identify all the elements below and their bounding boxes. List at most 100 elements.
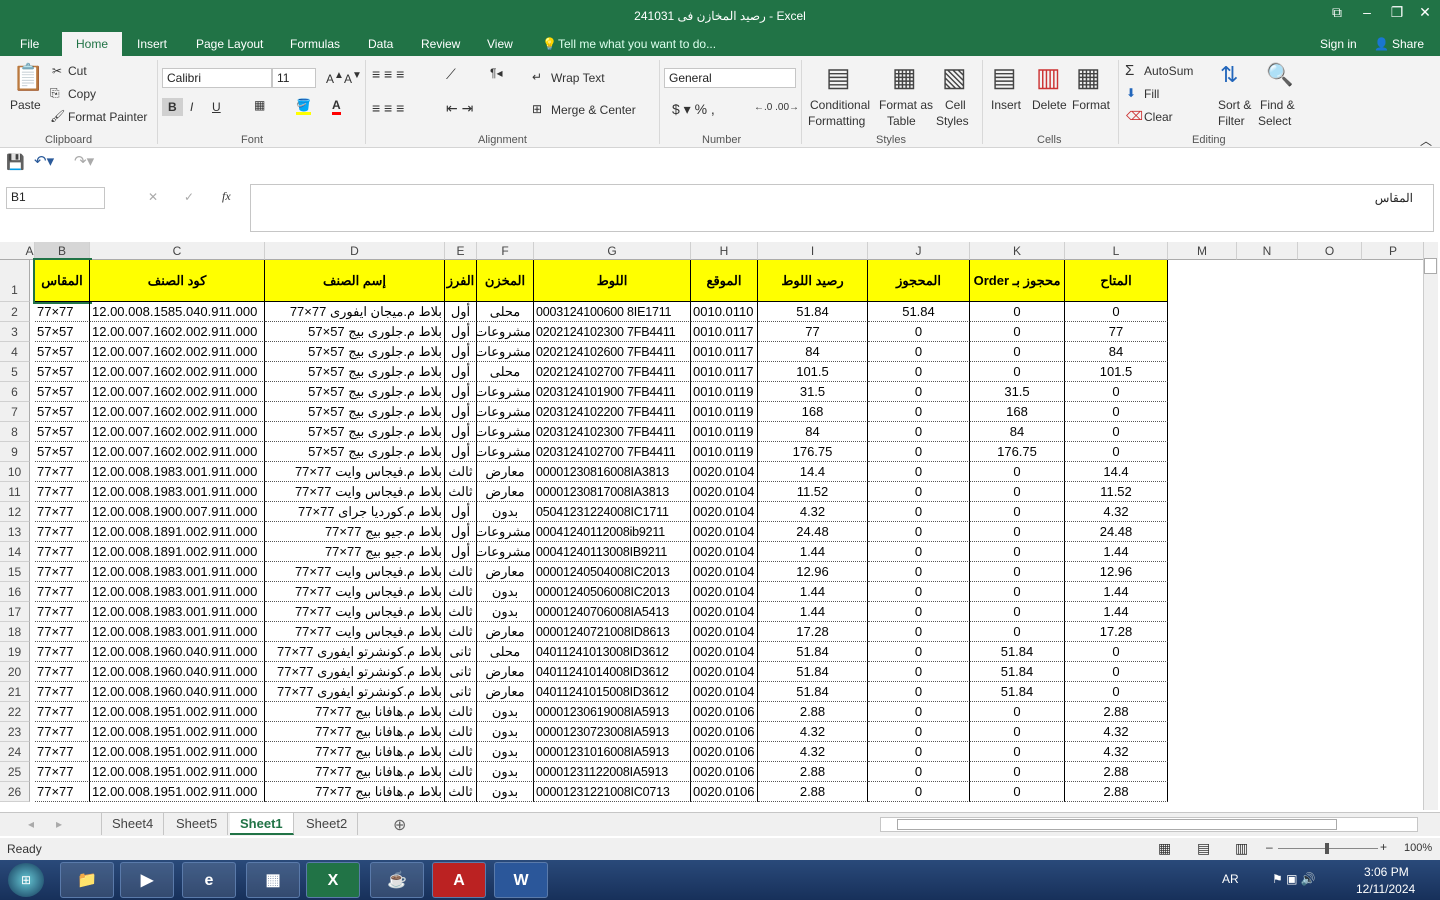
- table-cell[interactable]: 77: [1065, 322, 1168, 342]
- table-cell[interactable]: 0020.0104: [691, 642, 758, 662]
- table-cell[interactable]: 77×77: [35, 482, 90, 502]
- table-cell[interactable]: بلاط م.هافانا بيج 77×77: [265, 702, 445, 722]
- table-cell[interactable]: 77×77: [35, 522, 90, 542]
- table-cell[interactable]: 2.88: [1065, 702, 1168, 722]
- table-cell[interactable]: 12.00.008.1951.002.911.000: [90, 702, 265, 722]
- table-cell[interactable]: 1.44: [758, 582, 868, 602]
- conditional-formatting-button[interactable]: Conditional: [810, 98, 870, 112]
- table-cell[interactable]: معارض: [477, 562, 534, 582]
- table-cell[interactable]: 0: [868, 722, 970, 742]
- horizontal-scroll-thumb[interactable]: [897, 819, 1337, 830]
- table-cell[interactable]: 12.00.008.1951.002.911.000: [90, 782, 265, 802]
- table-cell[interactable]: 176.75: [758, 442, 868, 462]
- table-cell[interactable]: 0: [868, 782, 970, 802]
- table-cell[interactable]: 1.44: [1065, 542, 1168, 562]
- table-cell[interactable]: بلاط م.جيو بيج 77×77: [265, 542, 445, 562]
- table-cell[interactable]: 84: [1065, 342, 1168, 362]
- table-cell[interactable]: 57×57: [35, 382, 90, 402]
- table-cell[interactable]: معارض: [477, 462, 534, 482]
- table-cell[interactable]: أول: [445, 442, 477, 462]
- number-format-select[interactable]: General: [664, 68, 796, 88]
- table-cell[interactable]: 0020.0106: [691, 722, 758, 742]
- column-header-C[interactable]: C: [90, 242, 265, 260]
- table-cell[interactable]: بدون: [477, 582, 534, 602]
- vertical-scroll-thumb[interactable]: [1424, 258, 1437, 274]
- table-cell[interactable]: مشروعات: [477, 522, 534, 542]
- column-title-cell[interactable]: الفرز: [445, 260, 477, 302]
- lot-cell[interactable]: 05041231224008IC1711: [534, 502, 691, 522]
- close-button[interactable]: ✕: [1410, 4, 1440, 21]
- table-cell[interactable]: أول: [445, 542, 477, 562]
- row-header[interactable]: 25: [0, 762, 30, 782]
- column-title-cell[interactable]: رصيد اللوط: [758, 260, 868, 302]
- table-cell[interactable]: 12.00.007.1602.002.911.000: [90, 362, 265, 382]
- zoom-slider[interactable]: [1278, 843, 1378, 854]
- table-cell[interactable]: 77×77: [35, 562, 90, 582]
- table-cell[interactable]: 0020.0104: [691, 562, 758, 582]
- table-cell[interactable]: 0: [868, 342, 970, 362]
- sheet-tab-sheet2[interactable]: Sheet2: [296, 813, 359, 835]
- table-cell[interactable]: 0: [970, 782, 1065, 802]
- column-header-E[interactable]: E: [445, 242, 477, 260]
- column-title-cell[interactable]: المحجوز: [868, 260, 970, 302]
- table-cell[interactable]: ثالث: [445, 562, 477, 582]
- table-cell[interactable]: 2.88: [758, 782, 868, 802]
- table-cell[interactable]: 84: [758, 342, 868, 362]
- table-cell[interactable]: 0020.0106: [691, 742, 758, 762]
- formula-input[interactable]: المقاس: [250, 184, 1434, 232]
- table-cell[interactable]: 0: [1065, 442, 1168, 462]
- font-name-select[interactable]: Calibri: [162, 68, 272, 88]
- row-header[interactable]: 10: [0, 462, 30, 482]
- table-cell[interactable]: 0: [1065, 382, 1168, 402]
- table-cell[interactable]: 77×77: [35, 502, 90, 522]
- table-cell[interactable]: 12.00.007.1602.002.911.000: [90, 422, 265, 442]
- table-cell[interactable]: 0020.0104: [691, 682, 758, 702]
- calculator-taskbar-icon[interactable]: ▦: [246, 862, 300, 898]
- table-cell[interactable]: 51.84: [758, 682, 868, 702]
- table-cell[interactable]: 51.84: [868, 302, 970, 322]
- table-cell[interactable]: 77×77: [35, 542, 90, 562]
- table-cell[interactable]: 12.00.008.1983.001.911.000: [90, 462, 265, 482]
- table-cell[interactable]: 0: [1065, 682, 1168, 702]
- sheet-tab-sheet4[interactable]: Sheet4: [101, 813, 165, 835]
- table-cell[interactable]: 0: [970, 762, 1065, 782]
- row-header[interactable]: 5: [0, 362, 30, 382]
- column-header-L[interactable]: L: [1065, 242, 1168, 260]
- table-cell[interactable]: معارض: [477, 622, 534, 642]
- table-cell[interactable]: 0: [868, 382, 970, 402]
- row-header[interactable]: 2: [0, 302, 30, 322]
- table-cell[interactable]: 4.32: [1065, 502, 1168, 522]
- italic-button[interactable]: I: [190, 100, 193, 114]
- table-cell[interactable]: 0: [868, 402, 970, 422]
- table-cell[interactable]: بلاط م.كورديا جراى 77×77: [265, 502, 445, 522]
- table-cell[interactable]: بدون: [477, 762, 534, 782]
- tab-formulas[interactable]: Formulas: [290, 37, 340, 51]
- tell-me-input[interactable]: Tell me what you want to do...: [558, 37, 716, 51]
- table-cell[interactable]: 0020.0104: [691, 602, 758, 622]
- column-title-cell[interactable]: كود الصنف: [90, 260, 265, 302]
- column-header-O[interactable]: O: [1298, 242, 1362, 260]
- row-header[interactable]: 14: [0, 542, 30, 562]
- language-indicator[interactable]: AR: [1222, 872, 1239, 886]
- sign-in-link[interactable]: Sign in: [1320, 37, 1357, 51]
- row-header[interactable]: 13: [0, 522, 30, 542]
- table-cell[interactable]: 77×77: [35, 742, 90, 762]
- table-cell[interactable]: 12.00.008.1900.007.911.000: [90, 502, 265, 522]
- redo-icon[interactable]: ↷▾: [74, 152, 94, 170]
- table-cell[interactable]: 12.00.007.1602.002.911.000: [90, 402, 265, 422]
- table-cell[interactable]: 0010.0119: [691, 402, 758, 422]
- lot-cell[interactable]: 00001230816008IA3813: [534, 462, 691, 482]
- table-cell[interactable]: 101.5: [1065, 362, 1168, 382]
- lot-cell[interactable]: 04011241015008ID3612: [534, 682, 691, 702]
- table-cell[interactable]: 0: [868, 422, 970, 442]
- table-cell[interactable]: بدون: [477, 782, 534, 802]
- table-cell[interactable]: 0010.0119: [691, 422, 758, 442]
- table-cell[interactable]: 77×77: [35, 762, 90, 782]
- format-as-table-label[interactable]: Table: [887, 114, 916, 128]
- table-cell[interactable]: 57×57: [35, 362, 90, 382]
- table-cell[interactable]: 12.00.007.1602.002.911.000: [90, 442, 265, 462]
- align-top-icon[interactable]: ≡ ≡ ≡: [372, 66, 404, 82]
- lot-cell[interactable]: 0003124100600 8IE1711: [534, 302, 691, 322]
- table-cell[interactable]: بلاط م.هافانا بيج 77×77: [265, 762, 445, 782]
- table-cell[interactable]: 0020.0104: [691, 582, 758, 602]
